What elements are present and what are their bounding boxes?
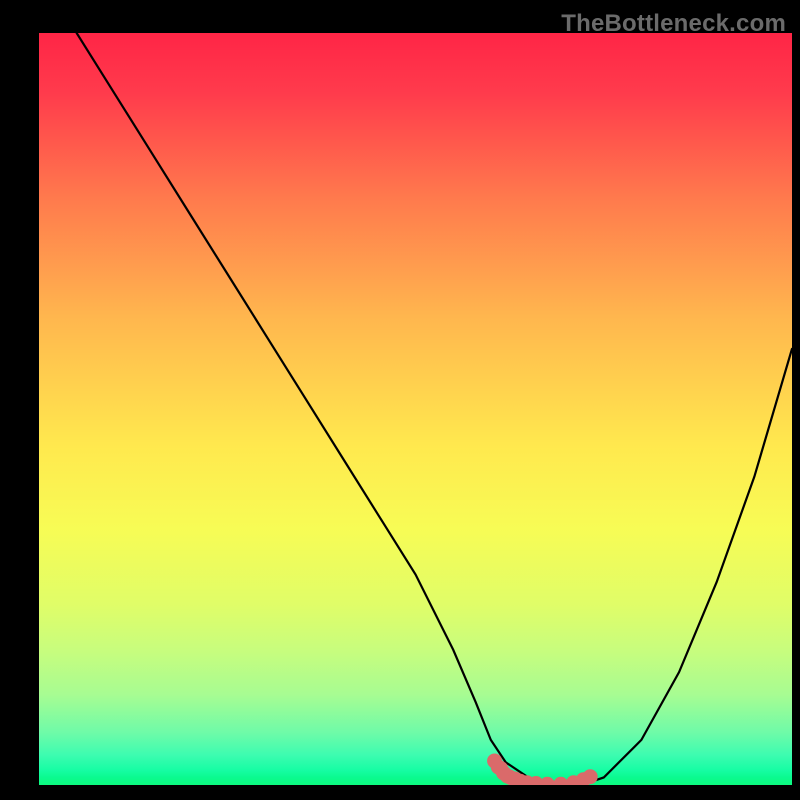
chart-container: TheBottleneck.com xyxy=(0,0,800,800)
highlight-marker xyxy=(540,777,555,785)
highlight-marker xyxy=(583,769,598,784)
highlight-marker xyxy=(553,777,568,785)
watermark-text: TheBottleneck.com xyxy=(561,10,786,38)
highlight-markers xyxy=(39,33,792,785)
plot-area xyxy=(39,33,792,785)
